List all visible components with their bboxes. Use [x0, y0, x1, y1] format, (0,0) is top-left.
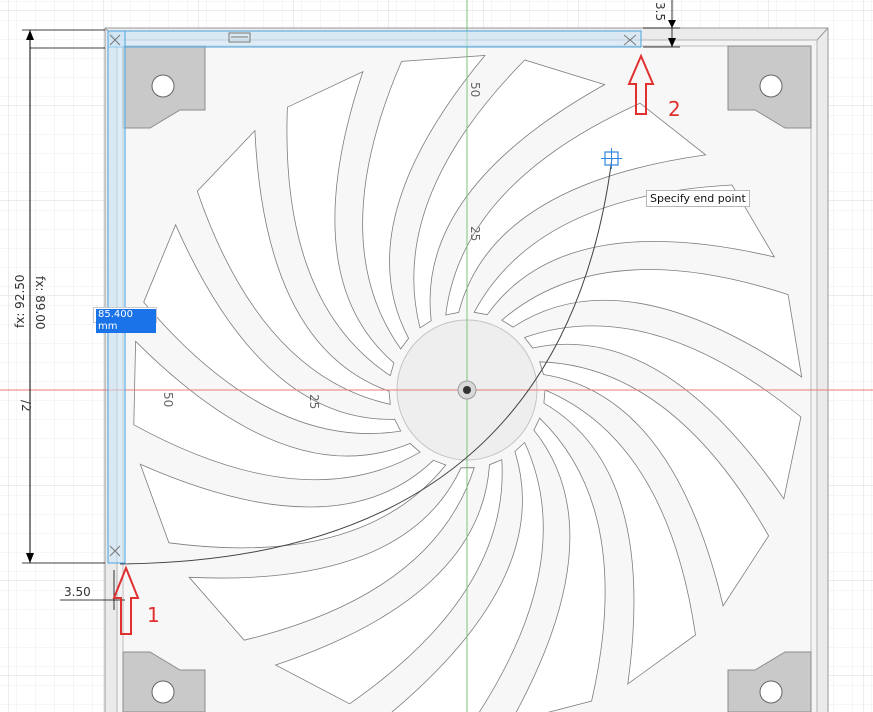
constraint-mark: /2: [19, 400, 33, 412]
dim-offset-bottom[interactable]: 3.50: [64, 585, 91, 599]
dim-height-driven[interactable]: fx: 92.50: [13, 274, 27, 328]
origin-point[interactable]: [457, 380, 477, 400]
label-center-top: 50: [468, 82, 482, 97]
label-center-mid: 25: [468, 226, 482, 241]
dim-offset-top[interactable]: 3.5: [653, 2, 667, 21]
dim-height-rotated[interactable]: fx: 89.00: [33, 276, 47, 330]
annotation-label-2: 2: [668, 97, 681, 121]
design-canvas[interactable]: fx: 92.50 fx: 89.00 /2 3.50 3.5 50 25 50…: [0, 0, 873, 712]
dimension-input-field[interactable]: 85.400 mm: [93, 307, 157, 333]
label-left-mid: 25: [307, 394, 321, 409]
tooltip-specify-end-point: Specify end point: [646, 190, 750, 207]
label-left-far: 50: [161, 392, 175, 407]
annotation-label-1: 1: [147, 603, 160, 627]
dimension-input-value[interactable]: 85.400 mm: [96, 309, 156, 333]
